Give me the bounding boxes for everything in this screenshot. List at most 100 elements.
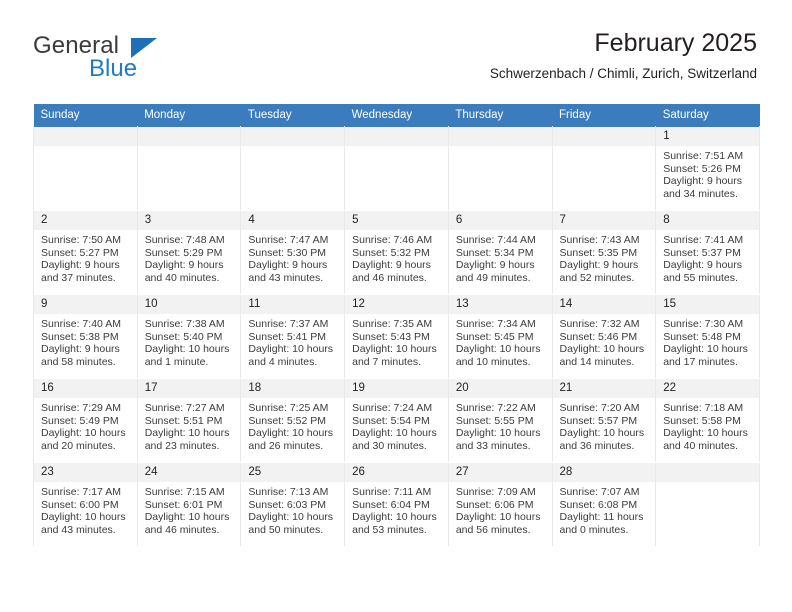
- day-details: Sunrise: 7:11 AM Sunset: 6:04 PM Daylight:…: [345, 482, 448, 536]
- sunset-time: Sunset: 5:45 PM: [455, 330, 534, 343]
- day-number: 4: [241, 211, 345, 230]
- calendar-cell-day[interactable]: 14 Sunrise: 7:32 AM Sunset: 5:46 PM Dayligh…: [551, 294, 657, 379]
- calendar-cell-empty: [447, 126, 553, 211]
- calendar-cell-inner: 19 Sunrise: 7:24 AM Sunset: 5:54 PM Dayligh…: [345, 379, 448, 462]
- calendar-cell-day[interactable]: 18 Sunrise: 7:25 AM Sunset: 5:52 PM Dayligh…: [240, 378, 346, 463]
- calendar-cell-day[interactable]: 10 Sunrise: 7:38 AM Sunset: 5:40 PM Dayligh…: [136, 294, 242, 379]
- day-number: 24: [137, 463, 241, 482]
- daylight-duration-line1: Daylight: 10 hours: [248, 427, 334, 440]
- sunrise-time: Sunrise: 7:41 AM: [663, 234, 744, 246]
- calendar-cell-inner: [345, 127, 448, 210]
- day-number: 26: [345, 463, 448, 482]
- calendar-cell-inner: [552, 127, 656, 210]
- sunrise-time: Sunrise: 7:37 AM: [248, 318, 329, 330]
- daylight-duration-line1: Daylight: 10 hours: [144, 427, 230, 440]
- sunrise-time: Sunrise: 7:20 AM: [559, 402, 640, 414]
- daylight-duration-line1: Daylight: 9 hours: [144, 259, 224, 272]
- calendar-body: 1 Sunrise: 7:51 AM Sunset: 5:26 PM Daylight…: [33, 126, 760, 547]
- day-number: [656, 463, 759, 482]
- calendar-cell-inner: 17 Sunrise: 7:27 AM Sunset: 5:51 PM Dayligh…: [137, 379, 241, 462]
- day-number: 21: [552, 379, 656, 398]
- page-header: General Blue February 2025 Schwerzenbach…: [33, 28, 757, 92]
- day-details: Sunrise: 7:47 AM Sunset: 5:30 PM Daylight:…: [241, 230, 344, 284]
- calendar-cell-day[interactable]: 16 Sunrise: 7:29 AM Sunset: 5:49 PM Dayligh…: [33, 378, 138, 463]
- calendar-cell-day[interactable]: 13 Sunrise: 7:34 AM Sunset: 5:45 PM Dayligh…: [447, 294, 553, 379]
- calendar-cell-day[interactable]: 17 Sunrise: 7:27 AM Sunset: 5:51 PM Dayligh…: [136, 378, 242, 463]
- calendar-cell-day[interactable]: 21 Sunrise: 7:20 AM Sunset: 5:57 PM Dayligh…: [551, 378, 657, 463]
- day-number: [137, 127, 241, 146]
- calendar-cell-inner: 28 Sunrise: 7:07 AM Sunset: 6:08 PM Dayligh…: [552, 463, 656, 546]
- calendar-cell-day[interactable]: 26 Sunrise: 7:11 AM Sunset: 6:04 PM Dayligh…: [344, 462, 449, 547]
- day-details: Sunrise: 7:22 AM Sunset: 5:55 PM Daylight:…: [449, 398, 552, 452]
- calendar-cell-day[interactable]: 7 Sunrise: 7:43 AM Sunset: 5:35 PM Daylight…: [551, 210, 657, 295]
- day-number: 23: [34, 463, 137, 482]
- calendar-cell-day[interactable]: 3 Sunrise: 7:48 AM Sunset: 5:29 PM Daylight…: [136, 210, 242, 295]
- calendar-cell-day[interactable]: 22 Sunrise: 7:18 AM Sunset: 5:58 PM Dayligh…: [655, 378, 760, 463]
- day-number: 2: [34, 211, 137, 230]
- daylight-duration-line2: and 37 minutes.: [41, 271, 116, 284]
- calendar-cell-inner: 8 Sunrise: 7:41 AM Sunset: 5:37 PM Daylight…: [656, 211, 759, 294]
- sunrise-time: Sunrise: 7:11 AM: [352, 486, 432, 498]
- daylight-duration-line2: and 23 minutes.: [144, 439, 220, 452]
- day-number: [448, 127, 552, 146]
- calendar-cell-day[interactable]: 23 Sunrise: 7:17 AM Sunset: 6:00 PM Dayligh…: [33, 462, 138, 547]
- daylight-duration-line2: and 40 minutes.: [144, 271, 220, 284]
- calendar-cell-inner: [137, 127, 241, 210]
- daylight-duration-line2: and 43 minutes.: [248, 271, 324, 284]
- weekday-header-sunday: Sunday: [33, 104, 138, 127]
- day-number: 16: [34, 379, 137, 398]
- daylight-duration-line2: and 52 minutes.: [559, 271, 635, 284]
- daylight-duration-line1: Daylight: 9 hours: [455, 259, 535, 272]
- calendar-cell-day[interactable]: 11 Sunrise: 7:37 AM Sunset: 5:41 PM Dayligh…: [240, 294, 346, 379]
- calendar-cell-day[interactable]: 28 Sunrise: 7:07 AM Sunset: 6:08 PM Dayligh…: [551, 462, 657, 547]
- calendar-cell-inner: 9 Sunrise: 7:40 AM Sunset: 5:38 PM Daylight…: [34, 295, 137, 378]
- calendar-cell-day[interactable]: 20 Sunrise: 7:22 AM Sunset: 5:55 PM Dayligh…: [447, 378, 553, 463]
- calendar-cell-day[interactable]: 15 Sunrise: 7:30 AM Sunset: 5:48 PM Dayligh…: [655, 294, 760, 379]
- calendar-cell-inner: [448, 127, 552, 210]
- day-number: 20: [448, 379, 552, 398]
- calendar-cell-day[interactable]: 8 Sunrise: 7:41 AM Sunset: 5:37 PM Daylight…: [655, 210, 760, 295]
- sunset-time: Sunset: 5:57 PM: [559, 414, 638, 427]
- day-number: [34, 127, 137, 146]
- calendar-cell-day[interactable]: 4 Sunrise: 7:47 AM Sunset: 5:30 PM Daylight…: [240, 210, 346, 295]
- calendar-cell-day[interactable]: 2 Sunrise: 7:50 AM Sunset: 5:27 PM Daylight…: [33, 210, 138, 295]
- day-number: 12: [345, 295, 448, 314]
- calendar-cell-inner: 18 Sunrise: 7:25 AM Sunset: 5:52 PM Dayligh…: [241, 379, 345, 462]
- daylight-duration-line2: and 40 minutes.: [663, 439, 738, 452]
- calendar-week-row: 16 Sunrise: 7:29 AM Sunset: 5:49 PM Dayligh…: [33, 378, 760, 463]
- calendar-cell-day[interactable]: 27 Sunrise: 7:09 AM Sunset: 6:06 PM Dayligh…: [447, 462, 553, 547]
- day-number: [241, 127, 345, 146]
- calendar-cell-day[interactable]: 24 Sunrise: 7:15 AM Sunset: 6:01 PM Dayligh…: [136, 462, 242, 547]
- sunrise-time: Sunrise: 7:22 AM: [455, 402, 536, 414]
- brand-logo[interactable]: General Blue: [33, 32, 213, 88]
- calendar-cell-day[interactable]: 5 Sunrise: 7:46 AM Sunset: 5:32 PM Daylight…: [344, 210, 449, 295]
- day-number: 28: [552, 463, 656, 482]
- page-title: February 2025: [594, 29, 757, 57]
- sunrise-time: Sunrise: 7:18 AM: [663, 402, 744, 414]
- day-details: Sunrise: 7:43 AM Sunset: 5:35 PM Daylight:…: [553, 230, 656, 284]
- weekday-header-saturday: Saturday: [655, 104, 760, 127]
- calendar-cell-day[interactable]: 12 Sunrise: 7:35 AM Sunset: 5:43 PM Dayligh…: [344, 294, 449, 379]
- sunset-time: Sunset: 6:08 PM: [559, 498, 638, 511]
- calendar-cell-day[interactable]: 6 Sunrise: 7:44 AM Sunset: 5:34 PM Daylight…: [447, 210, 553, 295]
- sunrise-time: Sunrise: 7:46 AM: [352, 234, 433, 246]
- daylight-duration-line2: and 7 minutes.: [352, 355, 421, 368]
- calendar-cell-inner: 5 Sunrise: 7:46 AM Sunset: 5:32 PM Daylight…: [345, 211, 448, 294]
- calendar-cell-day[interactable]: 19 Sunrise: 7:24 AM Sunset: 5:54 PM Dayligh…: [344, 378, 449, 463]
- daylight-duration-line1: Daylight: 9 hours: [248, 259, 328, 272]
- day-number: 19: [345, 379, 448, 398]
- calendar-cell-day[interactable]: 9 Sunrise: 7:40 AM Sunset: 5:38 PM Daylight…: [33, 294, 138, 379]
- day-details: Sunrise: 7:09 AM Sunset: 6:06 PM Daylight:…: [449, 482, 552, 536]
- calendar-cell-day[interactable]: 1 Sunrise: 7:51 AM Sunset: 5:26 PM Daylight…: [655, 126, 760, 211]
- day-details: Sunrise: 7:44 AM Sunset: 5:34 PM Daylight:…: [449, 230, 552, 284]
- daylight-duration-line2: and 26 minutes.: [248, 439, 324, 452]
- calendar-cell-inner: 25 Sunrise: 7:13 AM Sunset: 6:03 PM Dayligh…: [241, 463, 345, 546]
- calendar-cell-day[interactable]: 25 Sunrise: 7:13 AM Sunset: 6:03 PM Dayligh…: [240, 462, 346, 547]
- daylight-duration-line1: Daylight: 9 hours: [663, 175, 743, 188]
- calendar-cell-inner: 14 Sunrise: 7:32 AM Sunset: 5:46 PM Dayligh…: [552, 295, 656, 378]
- day-number: 1: [656, 127, 759, 146]
- day-details: Sunrise: 7:50 AM Sunset: 5:27 PM Daylight:…: [34, 230, 137, 284]
- daylight-duration-line1: Daylight: 10 hours: [352, 427, 437, 440]
- daylight-duration-line2: and 20 minutes.: [41, 439, 116, 452]
- calendar-cell-inner: [656, 463, 759, 546]
